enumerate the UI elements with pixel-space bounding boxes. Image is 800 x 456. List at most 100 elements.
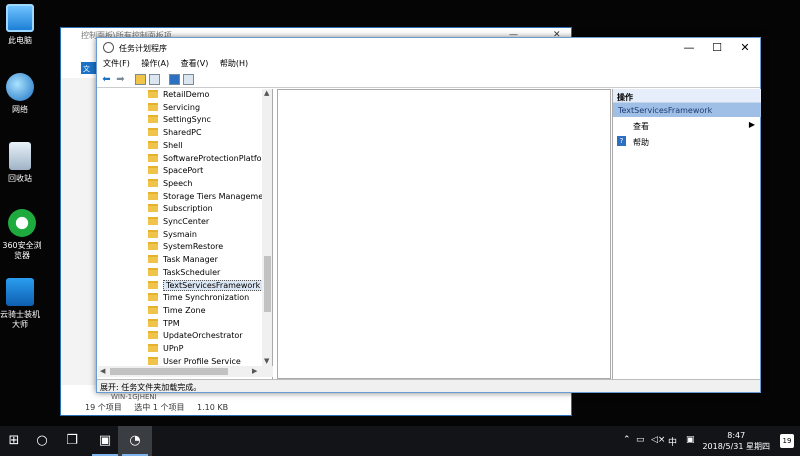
up-folder-icon[interactable] <box>135 74 146 85</box>
network-tray-icon[interactable]: ▭ <box>636 435 645 445</box>
close-button[interactable]: ✕ <box>733 41 757 54</box>
action-help[interactable]: ? 帮助 <box>613 133 761 149</box>
tree-item[interactable]: SoftwareProtectionPlatform <box>148 153 272 165</box>
folder-icon <box>148 128 158 137</box>
control-panel-icon: ▣ <box>98 433 112 448</box>
tree-item[interactable]: TaskScheduler <box>148 267 220 279</box>
tree-item[interactable]: Time Zone <box>148 305 206 317</box>
tree-item[interactable]: UPnP <box>148 343 183 355</box>
task-list-pane[interactable] <box>277 89 611 379</box>
folder-icon <box>148 356 158 365</box>
input-tool-icon[interactable]: ▣ <box>686 435 695 445</box>
start-windows-icon[interactable]: ⊞ <box>4 433 24 448</box>
tree-item-label: Shell <box>163 140 183 150</box>
tree-item[interactable]: Task Manager <box>148 254 218 266</box>
menu-help[interactable]: 帮助(H) <box>220 59 248 68</box>
actions-selected-folder[interactable]: TextServicesFramework <box>613 103 761 117</box>
clock[interactable]: 8:47 2018/5/31 星期四 <box>702 430 770 452</box>
host-name: WIN-1GJHENI <box>111 393 157 401</box>
menu-bar: 文件(F) 操作(A) 查看(V) 帮助(H) <box>97 58 760 71</box>
desktop-icon-this-pc[interactable]: 此电脑 <box>0 4 40 46</box>
tree-item[interactable]: Sysmain <box>148 229 197 241</box>
tree-item[interactable]: SpacePort <box>148 165 203 177</box>
action-help-label: 帮助 <box>633 138 649 147</box>
menu-action[interactable]: 操作(A) <box>141 59 169 68</box>
task-scheduler-window[interactable]: 任务计划程序 — ☐ ✕ 文件(F) 操作(A) 查看(V) 帮助(H) ⬅ ➡… <box>96 37 761 393</box>
folder-icon <box>148 280 158 289</box>
desktop-icon-label: 360安全浏览器 <box>2 241 42 260</box>
task-library-tree[interactable]: RetailDemo Servicing SettingSync SharedPC Sh… <box>98 89 273 379</box>
network-icon <box>6 73 34 101</box>
tree-item-label: UpdateOrchestrator <box>163 331 243 341</box>
tree-item-label: SystemRestore <box>163 242 224 252</box>
show-hide-actions-icon[interactable] <box>183 74 194 85</box>
scroll-thumb[interactable] <box>110 368 228 375</box>
help-icon[interactable] <box>169 74 180 85</box>
actions-pane: 操作 TextServicesFramework 查看 ▶ ? 帮助 <box>612 89 761 379</box>
tree-item-label: SoftwareProtectionPlatform <box>163 153 273 163</box>
tree-item[interactable]: TPM <box>148 318 180 330</box>
scroll-left-icon[interactable]: ◀ <box>100 367 105 375</box>
tree-item[interactable]: Speech <box>148 178 192 190</box>
scroll-thumb[interactable] <box>264 256 271 312</box>
chevron-up-icon[interactable]: ⌃ <box>623 435 631 445</box>
tree-item[interactable]: TextServicesFramework <box>148 279 264 292</box>
desktop-icon-network[interactable]: 网络 <box>0 73 40 115</box>
tree-item[interactable]: SharedPC <box>148 127 202 139</box>
desktop-icon-label: 回收站 <box>8 174 32 183</box>
tree-item[interactable]: SettingSync <box>148 114 211 126</box>
notification-center-icon[interactable]: 19 <box>780 434 794 448</box>
scroll-down-icon[interactable]: ▼ <box>264 357 269 365</box>
desktop-icon-360-browser[interactable]: 360安全浏览器 <box>0 209 44 261</box>
folder-icon <box>148 305 158 314</box>
title-bar[interactable]: 任务计划程序 — ☐ ✕ <box>97 38 760 58</box>
tree-vertical-scrollbar[interactable]: ▲ ▼ <box>262 89 272 367</box>
taskbar-control-panel[interactable]: ▣ <box>88 426 122 456</box>
tree-item[interactable]: Servicing <box>148 102 200 114</box>
cortana-circle-icon[interactable]: ○ <box>32 433 52 448</box>
tree-item[interactable]: Storage Tiers Management <box>148 191 271 203</box>
minimize-button[interactable]: — <box>677 41 701 54</box>
maximize-button[interactable]: ☐ <box>705 41 729 54</box>
taskbar-task-scheduler[interactable]: ◔ <box>118 426 152 456</box>
folder-icon <box>148 90 158 98</box>
window-title: 任务计划程序 <box>119 44 167 53</box>
tree-item[interactable]: UpdateOrchestrator <box>148 330 243 342</box>
scroll-up-icon[interactable]: ▲ <box>264 89 269 97</box>
folder-icon <box>148 242 158 251</box>
explorer-status-bar: 19 个项目 选中 1 个项目 1.10 KB <box>85 402 238 413</box>
clock-icon: ◔ <box>129 433 141 448</box>
tree-item-label: SpacePort <box>163 166 204 176</box>
action-view-label: 查看 <box>633 122 649 131</box>
tree-item[interactable]: Subscription <box>148 203 213 215</box>
volume-muted-icon[interactable]: ◁× <box>651 435 665 445</box>
show-hide-tree-icon[interactable] <box>149 74 160 85</box>
back-arrow-icon[interactable]: ⬅ <box>101 74 112 85</box>
menu-view[interactable]: 查看(V) <box>181 59 209 68</box>
status-bar: 展开: 任务文件夹加载完成。 <box>97 379 760 392</box>
clock-icon <box>103 42 114 53</box>
action-view[interactable]: 查看 ▶ <box>613 117 761 133</box>
tree-item[interactable]: SystemRestore <box>148 241 223 253</box>
folder-icon <box>148 102 158 111</box>
tree-item[interactable]: Time Synchronization <box>148 292 249 304</box>
tree-item-label: SharedPC <box>163 128 202 138</box>
desktop-icon-recycle-bin[interactable]: 回收站 <box>0 142 40 184</box>
clock-time: 8:47 <box>727 431 746 440</box>
task-view-icon[interactable]: ❐ <box>62 433 82 448</box>
tree-item[interactable]: RetailDemo <box>148 89 209 101</box>
scroll-right-icon[interactable]: ▶ <box>252 367 257 375</box>
tree-item[interactable]: SyncCenter <box>148 216 209 228</box>
ime-indicator[interactable]: 中 <box>668 435 677 448</box>
tree-item[interactable]: Shell <box>148 140 183 152</box>
help-icon: ? <box>617 136 626 146</box>
desktop-icon-yunqishi[interactable]: 云骑士装机大师 <box>0 278 40 330</box>
folder-icon <box>148 267 158 276</box>
folder-icon <box>148 140 158 149</box>
forward-arrow-icon[interactable]: ➡ <box>115 74 126 85</box>
actions-header: 操作 <box>613 89 761 103</box>
toolbar: ⬅ ➡ <box>97 71 760 88</box>
this-pc-icon <box>6 4 34 32</box>
tree-horizontal-scrollbar[interactable]: ◀ ▶ <box>98 366 273 377</box>
menu-file[interactable]: 文件(F) <box>103 59 130 68</box>
